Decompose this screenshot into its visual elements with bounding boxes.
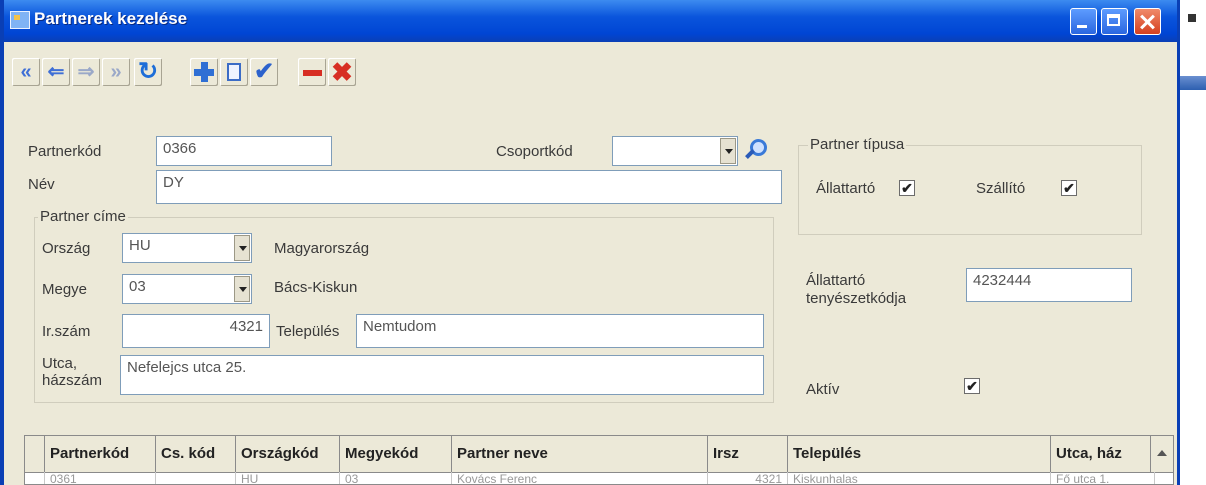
csoportkod-dropdown-button[interactable] [720, 138, 736, 164]
table-cell: Kovács Ferenc [452, 472, 708, 484]
table-cell: 0361 [45, 472, 156, 484]
column-header[interactable]: Partnerkód [45, 436, 156, 472]
grid-header: Partnerkód Cs. kód Országkód Megyekód Pa… [25, 436, 1173, 473]
megye-label: Megye [42, 281, 88, 298]
aktiv-checkbox[interactable]: ✔ [964, 378, 980, 394]
window-title: Partnerek kezelése [34, 9, 188, 28]
utca-label-line1: Utca, [42, 355, 78, 372]
nev-label: Név [28, 176, 55, 193]
utca-input[interactable]: Nefelejcs utca 25. [120, 355, 764, 395]
refresh-button[interactable]: ↻ [134, 58, 162, 86]
szallito-checkbox[interactable]: ✔ [1061, 180, 1077, 196]
save-button[interactable]: ✔ [250, 58, 278, 86]
column-header[interactable]: Megyekód [340, 436, 452, 472]
delete-button[interactable]: ✖ [328, 58, 356, 86]
megye-select[interactable]: 03 [122, 274, 252, 304]
desktop-edge [1180, 0, 1206, 485]
table-cell: 4321 [708, 472, 788, 484]
title-bar[interactable]: Partnerek kezelése [4, 0, 1177, 42]
partner-grid[interactable]: Partnerkód Cs. kód Országkód Megyekód Pa… [24, 435, 1174, 485]
orszag-select[interactable]: HU [122, 233, 252, 263]
allattarto-checkbox[interactable]: ✔ [899, 180, 915, 196]
table-cell: Kiskunhalas [788, 472, 1051, 484]
telepules-input[interactable]: Nemtudom [356, 314, 764, 348]
szallito-label: Szállító [976, 180, 1026, 197]
column-header[interactable]: Irsz [708, 436, 788, 472]
partnerkod-label: Partnerkód [28, 143, 102, 160]
column-header[interactable]: Cs. kód [156, 436, 236, 472]
csoportkod-label: Csoportkód [496, 143, 573, 160]
prev-record-button[interactable]: ⇐ [42, 58, 70, 86]
partnerkod-input[interactable]: 0366 [156, 136, 332, 166]
orszag-name: Magyarország [274, 240, 370, 257]
partner-tipusa-legend: Partner típusa [808, 136, 907, 153]
column-header[interactable]: Országkód [236, 436, 340, 472]
tenyeszetkod-label-line1: Állattartó [806, 272, 866, 289]
remove-button[interactable] [298, 58, 326, 86]
maximize-button[interactable] [1101, 8, 1128, 35]
minimize-button[interactable] [1070, 8, 1097, 35]
row-selector-header [25, 436, 45, 472]
nev-input[interactable]: DY [156, 170, 782, 204]
search-icon[interactable] [740, 136, 768, 164]
aktiv-label: Aktív [806, 381, 840, 398]
irszam-input[interactable]: 4321 [122, 314, 270, 348]
scroll-up-button[interactable] [1150, 436, 1173, 472]
tenyeszetkod-label-line2: tenyészetkódja [806, 290, 907, 307]
partner-cime-legend: Partner címe [38, 208, 128, 225]
app-icon [10, 11, 30, 29]
irszam-label: Ir.szám [42, 323, 91, 340]
table-cell: HU [236, 472, 340, 484]
orszag-label: Ország [42, 240, 91, 257]
background-window-fragment [1188, 14, 1196, 22]
edit-button[interactable] [220, 58, 248, 86]
first-record-button[interactable]: « [12, 58, 40, 86]
next-record-button[interactable]: ⇒ [72, 58, 100, 86]
column-header[interactable]: Település [788, 436, 1051, 472]
tenyeszetkod-input[interactable]: 4232444 [966, 268, 1132, 302]
table-cell: 03 [340, 472, 452, 484]
close-button[interactable] [1134, 8, 1161, 35]
column-header[interactable]: Partner neve [452, 436, 708, 472]
telepules-label: Település [276, 323, 340, 340]
orszag-dropdown-button[interactable] [234, 235, 250, 261]
megye-dropdown-button[interactable] [234, 276, 250, 302]
row-selector[interactable] [25, 472, 45, 484]
table-cell [156, 472, 236, 484]
add-button[interactable] [190, 58, 218, 86]
megye-name: Bács-Kiskun [274, 279, 358, 296]
partner-window: Partnerek kezelése « ⇐ ⇒ » ↻ ✔ ✖ Partner… [0, 0, 1180, 485]
allattarto-label: Állattartó [816, 180, 876, 197]
utca-label-line2: házszám [42, 372, 103, 389]
column-header[interactable]: Utca, ház [1051, 436, 1155, 472]
last-record-button[interactable]: » [102, 58, 130, 86]
toolbar: « ⇐ ⇒ » ↻ ✔ ✖ [4, 42, 1177, 106]
table-cell: Fő utca 1. [1051, 472, 1155, 484]
background-window-titlebar [1180, 76, 1206, 90]
table-row[interactable]: 0361 HU 03 Kovács Ferenc 4321 Kiskunhala… [25, 472, 1173, 484]
